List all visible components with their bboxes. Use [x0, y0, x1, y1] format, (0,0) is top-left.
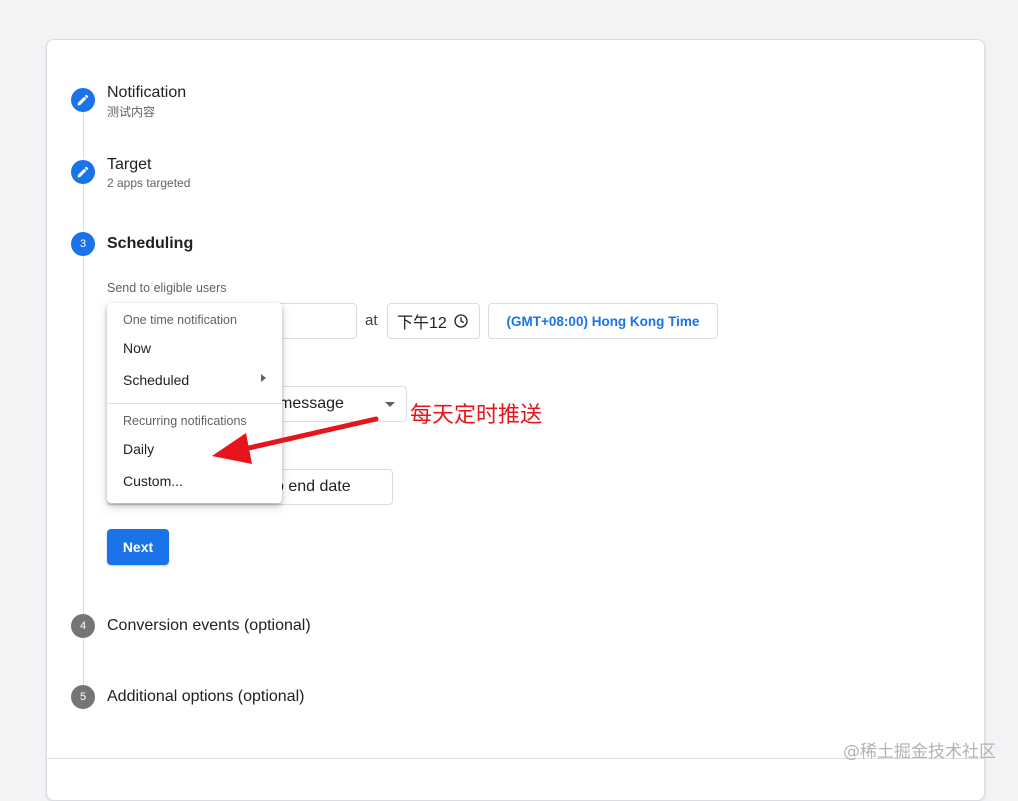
stepper-connector	[83, 638, 84, 685]
annotation-text: 每天定时推送	[410, 403, 543, 428]
stepper-connector	[83, 112, 84, 158]
step-target-title[interactable]: Target	[107, 156, 151, 174]
step-conversion-title[interactable]: Conversion events (optional)	[107, 617, 311, 635]
menu-item-custom[interactable]: Custom...	[123, 473, 183, 489]
step-notification-edit-icon[interactable]	[71, 88, 95, 112]
stepper-connector	[83, 184, 84, 230]
step-scheduling-title: Scheduling	[107, 235, 194, 252]
pencil-icon	[77, 94, 89, 106]
clock-icon[interactable]	[453, 313, 469, 329]
step-conversion-number: 4	[71, 614, 95, 638]
step-target-subtitle: 2 apps targeted	[107, 176, 191, 190]
step-notification-title[interactable]: Notification	[107, 84, 186, 102]
menu-item-daily[interactable]: Daily	[123, 441, 154, 457]
send-to-label: Send to eligible users	[107, 281, 227, 295]
time-value: 下午12	[397, 315, 447, 332]
end-date-value: o end date	[275, 478, 351, 495]
menu-divider	[107, 403, 282, 404]
dropdown-arrow-icon	[385, 402, 395, 407]
menu-item-now[interactable]: Now	[123, 340, 151, 356]
pencil-icon	[77, 166, 89, 178]
next-button[interactable]: Next	[107, 529, 169, 565]
menu-header-recurring: Recurring notifications	[123, 414, 247, 428]
chevron-right-icon	[261, 374, 266, 382]
menu-header-one-time: One time notification	[123, 313, 237, 327]
frequency-value: message	[279, 395, 344, 412]
step-scheduling-number: 3	[71, 232, 95, 256]
at-label: at	[365, 312, 378, 329]
watermark: @稀土掘金技术社区	[843, 742, 996, 762]
timezone-button[interactable]: (GMT+08:00) Hong Kong Time	[488, 303, 718, 339]
time-input[interactable]: 下午12	[387, 303, 480, 339]
schedule-type-menu: One time notification Now Scheduled Recu…	[107, 303, 282, 503]
step-target-edit-icon[interactable]	[71, 160, 95, 184]
step-additional-number: 5	[71, 685, 95, 709]
menu-item-scheduled[interactable]: Scheduled	[123, 372, 189, 388]
step-notification-subtitle: 测试内容	[107, 105, 156, 119]
step-additional-title[interactable]: Additional options (optional)	[107, 688, 304, 706]
stepper-connector	[83, 256, 84, 614]
